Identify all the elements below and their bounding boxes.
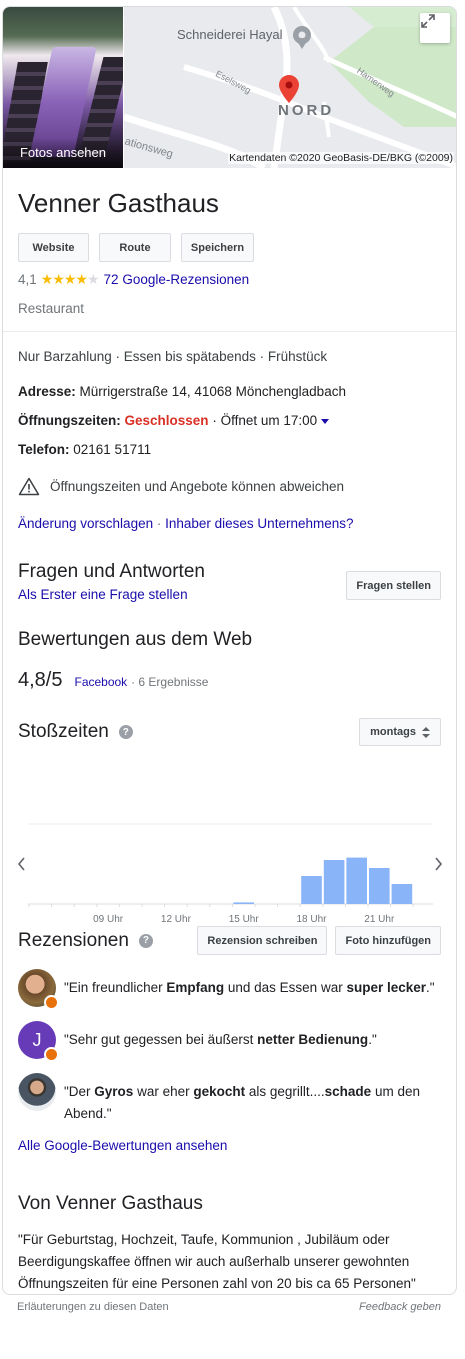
website-button[interactable]: Website bbox=[18, 233, 89, 262]
from-business-section: Von Venner Gasthaus "Für Geburtstag, Hoc… bbox=[18, 1193, 441, 1294]
business-name: Venner Gasthaus bbox=[18, 188, 219, 218]
chart-bar bbox=[233, 902, 254, 904]
local-guide-badge-icon bbox=[44, 1047, 59, 1062]
star-rating-icon: ★★★★★ bbox=[40, 271, 100, 287]
help-icon[interactable]: ? bbox=[118, 725, 133, 739]
chevron-down-icon[interactable] bbox=[321, 418, 330, 424]
local-guide-badge-icon bbox=[44, 995, 59, 1010]
route-button[interactable]: Route bbox=[99, 233, 171, 262]
chart-tick-label: 12 Uhr bbox=[161, 914, 192, 925]
review-snippet[interactable]: "Ein freundlicher Empfang und das Essen … bbox=[18, 969, 441, 1010]
day-select-value: montags bbox=[370, 726, 416, 738]
google-reviews-link[interactable]: 72 Google-Rezensionen bbox=[104, 272, 250, 287]
hours-label: Öffnungszeiten: bbox=[18, 413, 121, 428]
from-business-text: "Für Geburtstag, Hochzeit, Taufe, Kommun… bbox=[18, 1232, 416, 1291]
avatar bbox=[18, 1073, 56, 1111]
popular-times-chart: 09 Uhr 12 Uhr 15 Uhr 18 Uhr 21 Uhr bbox=[18, 746, 443, 926]
rating-value: 4,1 bbox=[18, 272, 37, 287]
divider bbox=[3, 331, 456, 332]
expand-icon bbox=[421, 14, 435, 28]
map-place-label: Schneiderei Hayal bbox=[177, 27, 283, 42]
questions-title: Fragen und Antworten bbox=[18, 561, 205, 582]
edit-links: Änderung vorschlagen · Inhaber dieses Un… bbox=[18, 516, 441, 531]
chart-tick-label: 15 Uhr bbox=[229, 914, 260, 925]
avatar bbox=[18, 969, 59, 1010]
knowledge-panel: Fotos ansehen Schneiderei Hayal Eselsweg… bbox=[2, 6, 457, 1295]
write-review-button[interactable]: Rezension schreiben bbox=[197, 926, 328, 955]
web-reviews-title: Bewertungen aus dem Web bbox=[18, 629, 253, 650]
hours-status: Geschlossen bbox=[124, 413, 209, 428]
data-explanation-link[interactable]: Erläuterungen zu diesen Daten bbox=[17, 1301, 169, 1313]
address-label: Adresse: bbox=[18, 384, 76, 399]
map-pin-icon bbox=[279, 75, 299, 103]
hours-next: · Öffnet um 17:00 bbox=[212, 413, 318, 428]
chevron-left-icon[interactable] bbox=[18, 857, 25, 871]
ask-question-button[interactable]: Fragen stellen bbox=[346, 571, 441, 600]
header-media: Fotos ansehen Schneiderei Hayal Eselsweg… bbox=[3, 7, 456, 168]
service-attributes: Nur Barzahlung · Essen bis spätabends · … bbox=[18, 349, 328, 364]
reviews-title: Rezensionen bbox=[18, 929, 129, 951]
from-business-title: Von Venner Gasthaus bbox=[18, 1193, 203, 1214]
map-preview[interactable]: Schneiderei Hayal Eselsweg Hamerweg atio… bbox=[124, 7, 456, 168]
chart-bar bbox=[301, 876, 322, 904]
day-select[interactable]: montags bbox=[359, 718, 441, 746]
photos-label[interactable]: Fotos ansehen bbox=[3, 145, 123, 160]
web-reviews-section: Bewertungen aus dem Web 4,8/5 Facebook ·… bbox=[18, 629, 441, 692]
web-review-count: · 6 Ergebnisse bbox=[131, 675, 209, 689]
claim-business-link[interactable]: Inhaber dieses Unternehmens? bbox=[165, 516, 353, 531]
review-text: "Der Gyros war eher gekocht als gegrillt… bbox=[64, 1084, 420, 1121]
review-text: "Ein freundlicher Empfang und das Essen … bbox=[64, 980, 435, 995]
popular-times-header: Stoßzeiten ? montags bbox=[18, 718, 441, 746]
avatar-initial: J bbox=[32, 1030, 42, 1050]
sort-arrows-icon bbox=[422, 726, 430, 738]
phone-label: Telefon: bbox=[18, 442, 70, 457]
map-area-label: NORD bbox=[278, 102, 335, 119]
add-photo-button[interactable]: Foto hinzufügen bbox=[335, 926, 441, 955]
address-value[interactable]: Mürrigerstraße 14, 41068 Mönchengladbach bbox=[80, 384, 346, 399]
suggest-edit-link[interactable]: Änderung vorschlagen bbox=[18, 516, 153, 531]
business-category: Restaurant bbox=[18, 301, 85, 316]
chart-tick-label: 18 Uhr bbox=[296, 914, 327, 925]
feedback-link[interactable]: Feedback geben bbox=[359, 1301, 441, 1313]
action-buttons: Website Route Speichern bbox=[18, 233, 441, 262]
review-snippet[interactable]: J "Sehr gut gegessen bei äußerst netter … bbox=[18, 1021, 441, 1062]
popular-times-title: Stoßzeiten bbox=[18, 721, 109, 742]
chart-bar bbox=[369, 868, 390, 904]
photos-thumbnail[interactable]: Fotos ansehen bbox=[3, 7, 123, 168]
avatar: J bbox=[18, 1021, 59, 1062]
phone-value[interactable]: 02161 51711 bbox=[73, 442, 151, 457]
hours-row[interactable]: Öffnungszeiten: Geschlossen · Öffnet um … bbox=[18, 413, 441, 428]
chart-bar bbox=[346, 857, 367, 904]
review-text: "Sehr gut gegessen bei äußerst netter Be… bbox=[64, 1032, 377, 1047]
chart-tick-label: 21 Uhr bbox=[364, 914, 395, 925]
popular-times-svg: 09 Uhr 12 Uhr 15 Uhr 18 Uhr 21 Uhr bbox=[18, 823, 443, 925]
expand-map-button[interactable] bbox=[420, 13, 450, 43]
web-review-score-row: 4,8/5 Facebook · 6 Ergebnisse bbox=[18, 669, 441, 692]
help-icon[interactable]: ? bbox=[138, 933, 153, 948]
reviews-header: Rezensionen ? Rezension schreiben Foto h… bbox=[18, 926, 441, 955]
hours-warning: Öffnungszeiten und Angebote können abwei… bbox=[18, 477, 441, 496]
address-row: Adresse: Mürrigerstraße 14, 41068 Mönche… bbox=[18, 384, 441, 399]
phone-row: Telefon: 02161 51711 bbox=[18, 442, 441, 457]
chart-bar bbox=[391, 884, 413, 904]
chevron-right-icon[interactable] bbox=[435, 857, 443, 871]
footer: Erläuterungen zu diesen Daten Feedback g… bbox=[17, 1301, 441, 1313]
questions-section: Fragen und Antworten Als Erster eine Fra… bbox=[18, 561, 441, 602]
rating-row: 4,1 ★★★★★ 72 Google-Rezensionen bbox=[18, 271, 441, 288]
link-separator: · bbox=[156, 516, 162, 531]
save-button[interactable]: Speichern bbox=[181, 233, 254, 262]
warning-text: Öffnungszeiten und Angebote können abwei… bbox=[50, 479, 344, 494]
ask-first-link[interactable]: Als Erster eine Frage stellen bbox=[18, 587, 205, 602]
web-review-score: 4,8/5 bbox=[18, 669, 63, 691]
warning-icon bbox=[18, 477, 40, 496]
chart-bar bbox=[323, 860, 345, 904]
all-reviews-link[interactable]: Alle Google-Bewertungen ansehen bbox=[18, 1138, 227, 1153]
map-credit: Kartendaten ©2020 GeoBasis-DE/BKG (©2009… bbox=[228, 152, 454, 164]
review-snippet[interactable]: "Der Gyros war eher gekocht als gegrillt… bbox=[18, 1073, 441, 1125]
facebook-link[interactable]: Facebook bbox=[74, 675, 127, 689]
chart-tick-label: 09 Uhr bbox=[93, 914, 124, 925]
